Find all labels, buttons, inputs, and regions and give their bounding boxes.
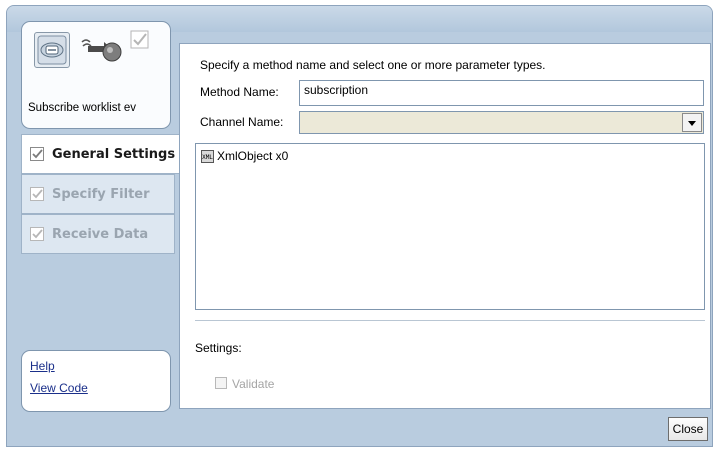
method-name-input[interactable]: subscription bbox=[299, 80, 704, 106]
check-icon bbox=[30, 147, 44, 161]
subscribe-icon-tile bbox=[34, 32, 70, 68]
tab-label: Specify Filter bbox=[52, 186, 150, 202]
close-button[interactable]: Close bbox=[668, 417, 708, 441]
check-icon bbox=[30, 187, 44, 201]
list-item[interactable]: XML XmlObject x0 bbox=[201, 149, 288, 163]
tab-label: General Settings bbox=[52, 146, 176, 162]
channel-name-label: Channel Name: bbox=[200, 115, 284, 129]
channel-name-select[interactable] bbox=[299, 111, 704, 134]
check-icon bbox=[130, 30, 149, 49]
dialog-window: Subscribe worklist ev General Settings S… bbox=[6, 5, 713, 447]
xml-icon: XML bbox=[201, 149, 214, 163]
chevron-down-icon[interactable] bbox=[682, 113, 702, 132]
links-card: Help View Code bbox=[21, 350, 171, 412]
help-link[interactable]: Help bbox=[30, 359, 55, 373]
tab-label: Receive Data bbox=[52, 226, 149, 242]
validate-label: Validate bbox=[232, 377, 275, 391]
method-name-label: Method Name: bbox=[200, 85, 279, 99]
param-label: XmlObject x0 bbox=[217, 149, 289, 163]
left-panel: Subscribe worklist ev General Settings S… bbox=[15, 14, 183, 414]
view-code-link[interactable]: View Code bbox=[30, 381, 88, 395]
tab-general-settings[interactable]: General Settings bbox=[21, 134, 183, 174]
check-icon bbox=[30, 227, 44, 241]
receive-arrow-icon bbox=[81, 39, 122, 62]
tab-receive-data[interactable]: Receive Data bbox=[21, 214, 175, 254]
action-card[interactable]: Subscribe worklist ev bbox=[21, 21, 171, 129]
divider bbox=[195, 320, 705, 321]
link-icon bbox=[37, 35, 67, 65]
tab-specify-filter[interactable]: Specify Filter bbox=[21, 174, 175, 214]
parameter-list[interactable]: XML XmlObject x0 bbox=[195, 143, 705, 310]
settings-label: Settings: bbox=[195, 341, 242, 355]
content-panel: Specify a method name and select one or … bbox=[179, 43, 711, 409]
instruction-text: Specify a method name and select one or … bbox=[200, 58, 546, 72]
action-label: Subscribe worklist ev bbox=[28, 102, 137, 114]
validate-checkbox[interactable] bbox=[215, 377, 227, 389]
